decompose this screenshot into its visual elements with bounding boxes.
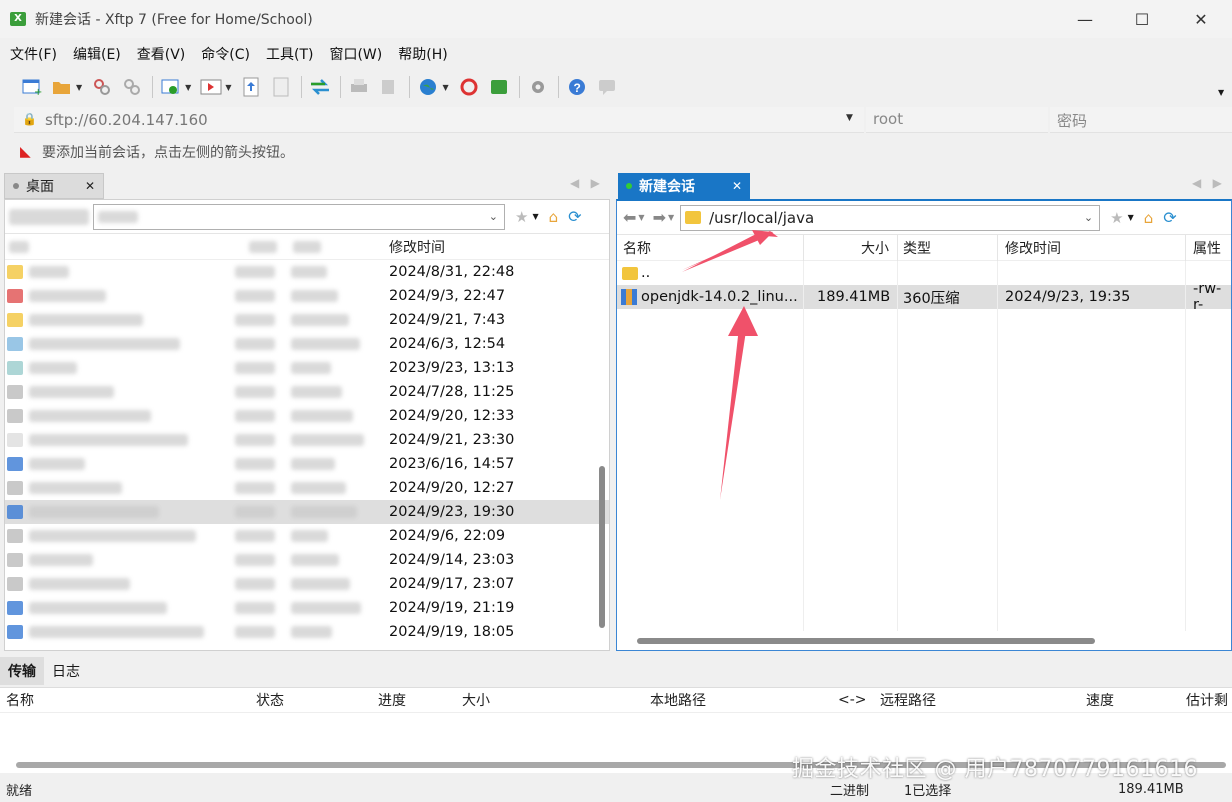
column-status[interactable]: 状态 [256, 690, 284, 710]
bottom-tabs: 传输 日志 [0, 657, 88, 685]
column-remote-path[interactable]: 远程路径 [880, 690, 936, 710]
annotation-arrows [682, 230, 778, 500]
column-eta[interactable]: 估计剩 [1186, 690, 1228, 710]
annotation-arrow-file [720, 318, 748, 500]
column-progress[interactable]: 进度 [378, 690, 406, 710]
tab-log[interactable]: 日志 [44, 657, 88, 685]
transfer-column-header: 名称 状态 进度 大小 本地路径 <-> 远程路径 速度 估计剩 [0, 687, 1232, 713]
status-ready: 就绪 [6, 783, 33, 799]
column-size[interactable]: 大小 [462, 690, 490, 710]
column-name[interactable]: 名称 [6, 690, 34, 710]
column-speed[interactable]: 速度 [1086, 690, 1114, 710]
column-local-path[interactable]: 本地路径 [650, 690, 706, 710]
tab-transfer[interactable]: 传输 [0, 657, 44, 685]
column-direction[interactable]: <-> [838, 692, 867, 708]
status-size: 189.41MB [1118, 781, 1184, 797]
watermark: 掘金技术社区 @ 用户7870779161616 [792, 757, 1198, 782]
